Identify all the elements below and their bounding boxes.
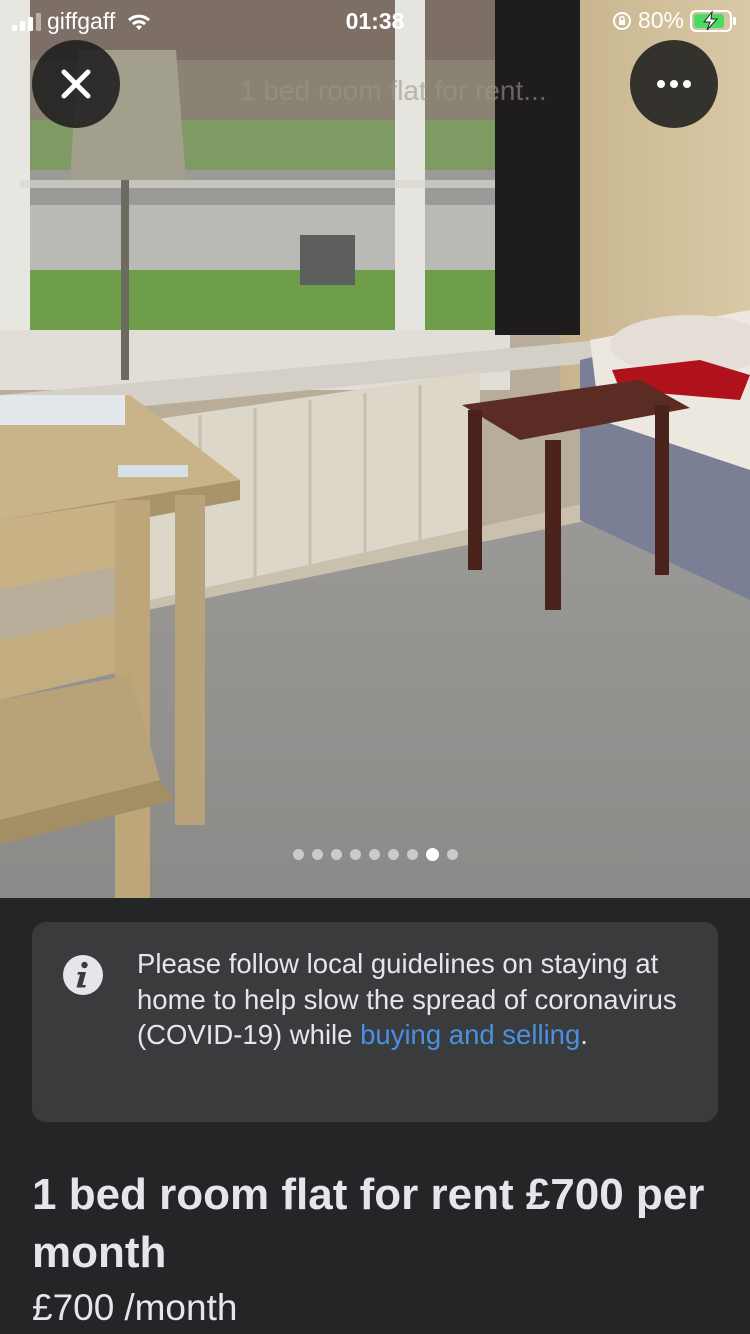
- listing-title: 1 bed room flat for rent £700 per month: [32, 1170, 705, 1277]
- status-right: 80%: [612, 7, 738, 34]
- close-icon: [61, 69, 91, 99]
- pagination-dot[interactable]: [311, 849, 323, 860]
- pagination-dot[interactable]: [330, 849, 342, 860]
- pagination-dot[interactable]: [406, 849, 418, 860]
- photo-pagination: [0, 848, 750, 861]
- pagination-dot[interactable]: [425, 848, 439, 861]
- notice-end: .: [580, 1019, 588, 1050]
- battery-charging-icon: [690, 9, 736, 32]
- status-bar: giffgaff 01:38 80%: [0, 0, 750, 40]
- pagination-dot[interactable]: [292, 849, 304, 860]
- listing-price: £700/month: [32, 1287, 237, 1329]
- room-photo-illustration: 1 bed room flat for rent...: [0, 0, 750, 898]
- buying-and-selling-link[interactable]: buying and selling: [360, 1019, 580, 1050]
- more-icon: [657, 80, 691, 88]
- pagination-dot[interactable]: [387, 849, 399, 860]
- info-icon: [63, 955, 103, 995]
- pagination-dot[interactable]: [368, 849, 380, 860]
- price-unit: /month: [124, 1287, 238, 1328]
- notice-text: Please follow local guidelines on stayin…: [137, 946, 697, 1053]
- price-amount: £700: [32, 1287, 115, 1328]
- more-options-button[interactable]: [630, 40, 718, 128]
- pagination-dot[interactable]: [446, 849, 458, 860]
- orientation-lock-icon: [612, 11, 631, 30]
- svg-text:1 bed room flat for rent...: 1 bed room flat for rent...: [240, 75, 547, 106]
- close-button[interactable]: [32, 40, 120, 128]
- pagination-dot[interactable]: [349, 849, 361, 860]
- listing-photo[interactable]: 1 bed room flat for rent...: [0, 0, 750, 898]
- covid-notice-card: Please follow local guidelines on stayin…: [32, 922, 718, 1122]
- battery-percent: 80%: [637, 7, 684, 33]
